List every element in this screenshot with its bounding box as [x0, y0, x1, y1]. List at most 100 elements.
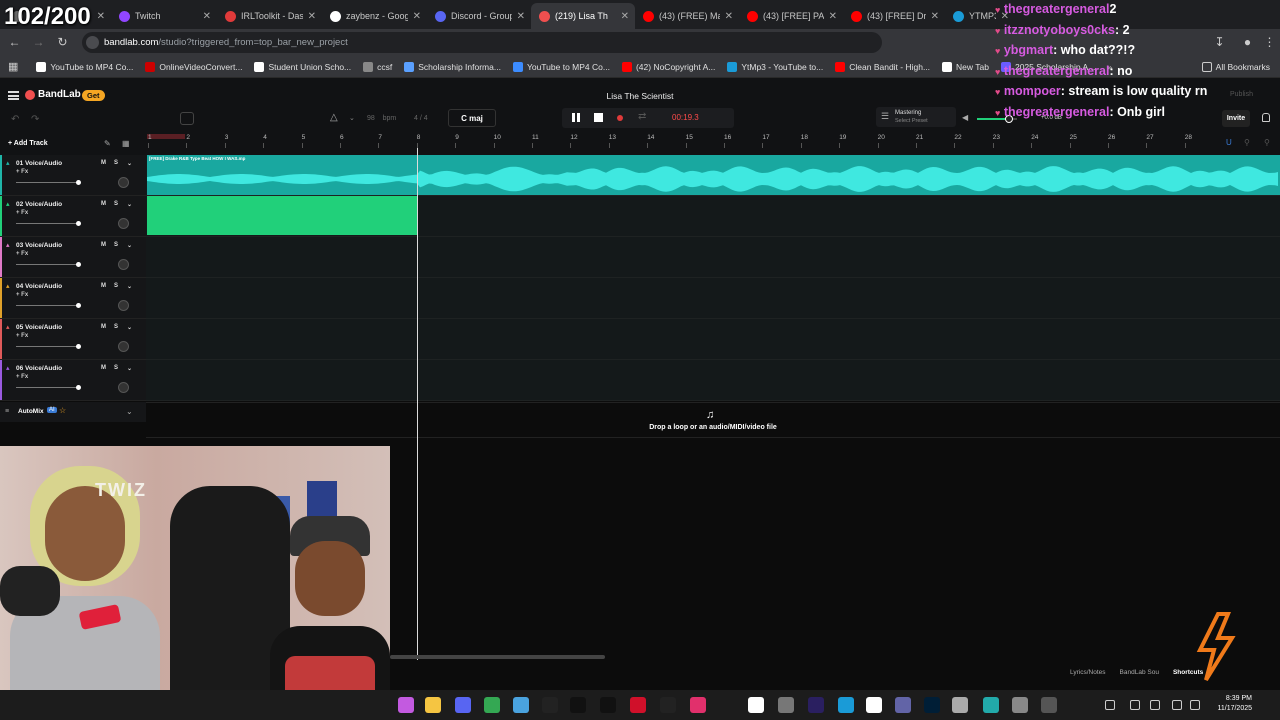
copilot-icon[interactable] — [398, 697, 414, 713]
track-name[interactable]: 01 Voice/Audio — [16, 160, 62, 167]
track-pan-knob[interactable] — [118, 341, 129, 352]
browser-tab[interactable]: Twitch ✕ — [111, 3, 217, 29]
site-info-icon[interactable] — [86, 36, 99, 49]
track-name[interactable]: 04 Voice/Audio — [16, 283, 62, 290]
solo-button[interactable]: S — [114, 242, 118, 248]
chevron-up-icon[interactable] — [1105, 700, 1115, 710]
pause-button[interactable] — [572, 113, 580, 122]
tiktok-icon[interactable] — [600, 697, 616, 713]
chrome-active-icon[interactable] — [778, 697, 794, 713]
track-menu-icon[interactable]: ⌄ — [127, 160, 132, 167]
track-name[interactable]: 06 Voice/Audio — [16, 365, 62, 372]
bookmark-item[interactable]: YouTube to MP4 Co... — [507, 61, 616, 72]
browser-tab[interactable]: IRLToolkit - Dash ✕ — [217, 3, 322, 29]
hamburger-icon[interactable] — [8, 91, 19, 100]
track-header[interactable]: ▴ 03 Voice/Audio + Fx M S ⌄ — [0, 237, 146, 278]
track-lane[interactable] — [146, 360, 1280, 401]
wave-icon[interactable] — [1041, 697, 1057, 713]
track-fx-button[interactable]: + Fx — [16, 251, 28, 257]
mute-button[interactable]: M — [101, 324, 106, 330]
chrome-icon[interactable] — [484, 697, 500, 713]
track-menu-icon[interactable]: ⌄ — [127, 201, 132, 208]
add-track-button[interactable]: + Add Track — [8, 140, 48, 147]
terminal-icon[interactable] — [513, 697, 529, 713]
track-volume-knob[interactable] — [76, 344, 81, 349]
metronome-icon[interactable]: △ — [330, 112, 338, 123]
track-header[interactable]: ▴ 06 Voice/Audio + Fx M S ⌄ — [0, 360, 146, 401]
track-header[interactable]: ▴ 05 Voice/Audio + Fx M S ⌄ — [0, 319, 146, 360]
track-volume-knob[interactable] — [76, 180, 81, 185]
teams-icon[interactable] — [895, 697, 911, 713]
photoshop-icon[interactable] — [924, 697, 940, 713]
epic-games-icon[interactable] — [542, 697, 558, 713]
mastering-button[interactable]: ☰ Mastering Select Preset — [876, 107, 956, 127]
redo-icon[interactable]: ↷ — [31, 114, 39, 125]
track-volume-knob[interactable] — [76, 262, 81, 267]
edit-icon[interactable]: ✎ — [104, 139, 111, 148]
track-pan-knob[interactable] — [118, 259, 129, 270]
horizontal-scrollbar[interactable] — [390, 655, 605, 659]
track-name[interactable]: 02 Voice/Audio — [16, 201, 62, 208]
track-fx-button[interactable]: + Fx — [16, 210, 28, 216]
undo-icon[interactable]: ↶ — [11, 114, 19, 125]
url-field[interactable]: bandlab.com/studio?triggered_from=top_ba… — [82, 32, 882, 53]
metronome-dropdown-icon[interactable]: ⌄ — [349, 114, 355, 122]
mute-button[interactable]: M — [101, 201, 106, 207]
back-icon[interactable]: ← — [5, 33, 24, 52]
track-name[interactable]: 05 Voice/Audio — [16, 324, 62, 331]
track-menu-icon[interactable]: ⌄ — [127, 324, 132, 331]
discord-icon[interactable] — [455, 697, 471, 713]
track-header[interactable]: ▴ 04 Voice/Audio + Fx M S ⌄ — [0, 278, 146, 319]
playhead[interactable] — [417, 148, 418, 660]
speaker-icon[interactable] — [1190, 700, 1200, 710]
solo-button[interactable]: S — [114, 201, 118, 207]
tab-close-icon[interactable]: ✕ — [725, 11, 733, 22]
track-pan-knob[interactable] — [118, 218, 129, 229]
bookmark-item[interactable]: New Tab — [936, 61, 995, 72]
paint-icon[interactable] — [952, 697, 968, 713]
track-name[interactable]: 03 Voice/Audio — [16, 242, 62, 249]
track-lane[interactable] — [146, 237, 1280, 278]
bookmark-item[interactable]: YtMp3 - YouTube to... — [721, 61, 829, 72]
recording-region[interactable] — [147, 196, 418, 235]
bookmark-item[interactable]: Clean Bandit - High... — [829, 61, 936, 72]
track-pan-knob[interactable] — [118, 300, 129, 311]
tab-close-icon[interactable]: ✕ — [517, 11, 525, 22]
figma-icon[interactable] — [838, 697, 854, 713]
browser-tab[interactable]: zaybenz - Goog ✕ — [322, 3, 427, 29]
capcut-icon[interactable] — [570, 697, 586, 713]
apps-icon[interactable]: ▦ — [0, 60, 30, 73]
forward-icon[interactable]: → — [29, 33, 48, 52]
bandlab-sounds-link[interactable]: BandLab Sou — [1120, 669, 1159, 676]
bookmark-item[interactable]: (42) NoCopyright A... — [616, 61, 721, 72]
bpm-field[interactable]: 98 bpm — [367, 115, 396, 122]
opera-icon[interactable] — [630, 697, 646, 713]
reload-icon[interactable]: ↻ — [53, 33, 72, 52]
stop-button[interactable] — [594, 113, 603, 122]
loop-icon[interactable]: ⇄ — [638, 111, 646, 122]
time-signature[interactable]: 4 / 4 — [414, 115, 428, 122]
tab-close-icon[interactable]: ✕ — [308, 11, 316, 22]
game-icon[interactable] — [660, 697, 676, 713]
clock[interactable]: 8:39 PM 11/17/2025 — [1208, 694, 1252, 714]
track-volume-knob[interactable] — [76, 221, 81, 226]
settings-icon[interactable] — [1012, 697, 1028, 713]
timeline-ruler[interactable]: 1 2 3 4 5 6 7 8 9 10 11 12 13 14 15 16 17 18 19 20 21 22 23 24 2… — [146, 134, 1280, 148]
browser-tab[interactable]: (43) (FREE) Mari ✕ — [635, 3, 739, 29]
mute-button[interactable]: M — [101, 283, 106, 289]
track-header[interactable]: ▴ 01 Voice/Audio + Fx M S ⌄ — [0, 155, 146, 196]
record-button[interactable] — [617, 115, 623, 121]
bookmark-item[interactable]: Scholarship Informa... — [398, 61, 507, 72]
track-volume-slider[interactable] — [16, 346, 78, 347]
track-fx-button[interactable]: + Fx — [16, 169, 28, 175]
tab-close-icon[interactable]: ✕ — [413, 11, 421, 22]
track-volume-slider[interactable] — [16, 387, 78, 388]
track-lane[interactable] — [146, 319, 1280, 360]
solo-button[interactable]: S — [114, 324, 118, 330]
track-volume-slider[interactable] — [16, 223, 78, 224]
grid-icon[interactable]: ▦ — [122, 139, 130, 148]
audio-region-beat[interactable]: [FREE] Drake R&B Type Beat HOW I WAS.mp — [147, 155, 1280, 195]
tab-close-icon[interactable]: ✕ — [931, 11, 939, 22]
solo-button[interactable]: S — [114, 283, 118, 289]
window-icon[interactable] — [748, 697, 764, 713]
